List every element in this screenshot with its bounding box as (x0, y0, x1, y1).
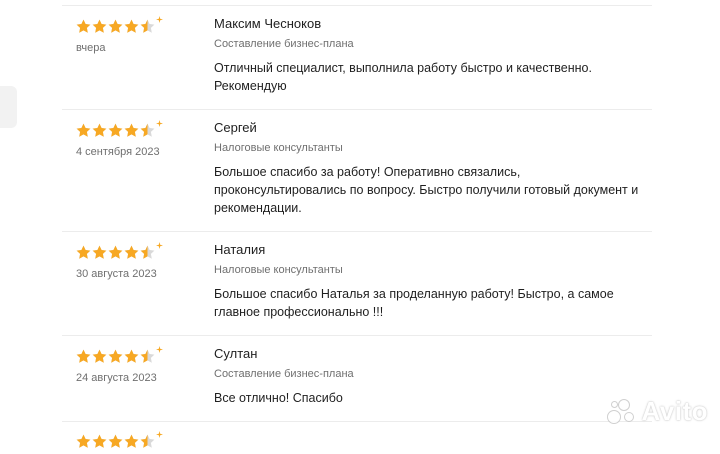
star-icon (76, 434, 91, 448)
sparkle-icon (156, 430, 163, 438)
star-icon (124, 434, 139, 448)
half-star-icon (140, 434, 155, 448)
review-text: Отличный специалист, выполнила работу бы… (214, 61, 592, 93)
service-name: Налоговые консультанты (214, 264, 343, 276)
avito-logo-icon (607, 398, 637, 425)
half-star-icon (140, 19, 155, 33)
half-star-wrapper (140, 119, 163, 138)
star-icon (76, 19, 91, 33)
star-icon (124, 245, 139, 259)
service-name: Составление бизнес-плана (214, 368, 354, 380)
half-star-icon (140, 245, 155, 259)
star-icon (92, 245, 107, 259)
star-icon (76, 123, 91, 137)
half-star-wrapper (140, 345, 163, 364)
star-icon (108, 245, 123, 259)
review-date: 30 августа 2023 (76, 268, 157, 280)
star-icon (124, 19, 139, 33)
review-text: Большое спасибо Наталья за проделанную р… (214, 287, 614, 319)
star-icon (92, 349, 107, 363)
star-icon (124, 123, 139, 137)
half-star-wrapper (140, 430, 163, 449)
star-icon (92, 19, 107, 33)
rating-stars (76, 119, 163, 138)
sparkle-icon (156, 15, 163, 23)
review-date: 24 августа 2023 (76, 372, 157, 384)
review-date: вчера (76, 42, 106, 54)
star-icon (108, 123, 123, 137)
avito-watermark: Avito (607, 396, 708, 427)
star-icon (108, 434, 123, 448)
divider (62, 335, 652, 336)
reviewer-name: Максим Чесноков (214, 16, 322, 31)
star-icon (92, 434, 107, 448)
half-star-wrapper (140, 241, 163, 260)
avito-wordmark: Avito (641, 396, 708, 426)
half-star-icon (140, 123, 155, 137)
rating-stars (76, 241, 163, 260)
review-text: Все отлично! Спасибо (214, 391, 343, 405)
review-text: Большое спасибо за работу! Оперативно св… (214, 165, 639, 215)
reviewer-name: Султан (214, 346, 258, 361)
divider (62, 5, 652, 6)
rating-stars (76, 15, 163, 34)
rating-stars (76, 430, 163, 449)
sparkle-icon (156, 119, 163, 127)
reviewer-name: Сергей (214, 120, 257, 135)
star-icon (76, 349, 91, 363)
half-star-wrapper (140, 15, 163, 34)
divider (62, 109, 652, 110)
star-icon (92, 123, 107, 137)
divider (62, 231, 652, 232)
sparkle-icon (156, 241, 163, 249)
sparkle-icon (156, 345, 163, 353)
star-icon (108, 349, 123, 363)
service-name: Налоговые консультанты (214, 142, 343, 154)
half-star-icon (140, 349, 155, 363)
star-icon (76, 245, 91, 259)
star-icon (108, 19, 123, 33)
reviewer-name: Наталия (214, 242, 266, 257)
rating-stars (76, 345, 163, 364)
side-scroll-handle (0, 86, 17, 128)
star-icon (124, 349, 139, 363)
service-name: Составление бизнес-плана (214, 38, 354, 50)
divider (62, 421, 652, 422)
review-date: 4 сентября 2023 (76, 146, 160, 158)
